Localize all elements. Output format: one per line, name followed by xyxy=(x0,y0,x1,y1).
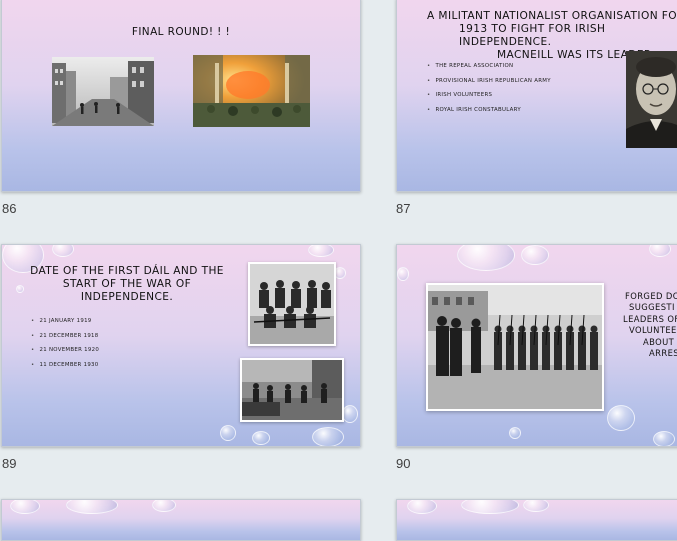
troops-inspection-photo xyxy=(426,283,604,411)
slide-thumbnail-89[interactable]: DATE OF THE FIRST DÁIL AND THE START OF … xyxy=(1,244,361,447)
option-item: 21 December 1918 xyxy=(31,333,99,339)
slide-number: 86 xyxy=(2,201,17,216)
option-item: Royal Irish Constabulary xyxy=(427,107,551,113)
option-item: 11 December 1930 xyxy=(31,362,99,368)
slide-title: FINAL ROUND! ! ! xyxy=(131,26,231,38)
slide-number: 90 xyxy=(396,456,411,471)
water-drop xyxy=(457,245,515,271)
slide-thumbnail-87[interactable]: A MILITANT NATIONALIST ORGANISATION FO 1… xyxy=(396,0,677,192)
slide-number: 87 xyxy=(396,201,411,216)
slide-number: 89 xyxy=(2,456,17,471)
water-drop xyxy=(649,245,671,257)
answer-options-list: 21 January 1919 21 December 1918 21 Nove… xyxy=(31,318,99,376)
water-drop xyxy=(653,431,675,446)
option-item: Provisional Irish Republican Army xyxy=(427,78,551,84)
slide-thumbnail-next-right[interactable] xyxy=(396,499,677,541)
water-drop xyxy=(10,500,40,514)
water-drop xyxy=(52,245,74,257)
water-drop xyxy=(342,405,358,423)
option-item: Irish Volunteers xyxy=(427,92,551,98)
water-drop xyxy=(152,500,176,512)
water-drop xyxy=(461,500,519,514)
slide-thumbnail-90[interactable]: FORGED DO SUGGESTI LEADERS OF VOLUNTEE A… xyxy=(396,244,677,447)
option-item: 21 November 1920 xyxy=(31,347,99,353)
water-drop xyxy=(220,425,236,441)
slide-title: DATE OF THE FIRST DÁIL AND THE START OF … xyxy=(30,265,224,303)
option-item: The Repeal Association xyxy=(427,63,551,69)
water-drop xyxy=(521,245,549,265)
slide-title: FORGED DO SUGGESTI LEADERS OF VOLUNTEE A… xyxy=(623,291,677,359)
water-drop xyxy=(312,427,344,446)
portrait-photo xyxy=(626,51,677,148)
slide-thumbnail-86[interactable]: FINAL ROUND! ! ! xyxy=(1,0,361,192)
volunteers-group-photo xyxy=(248,262,336,346)
water-drop xyxy=(407,500,437,514)
slide-thumbnail-next-left[interactable] xyxy=(1,499,361,541)
water-drop xyxy=(397,267,409,281)
street-fighting-photo xyxy=(240,358,344,422)
street-ruins-photo xyxy=(52,57,154,126)
water-drop xyxy=(523,500,549,512)
water-drop xyxy=(308,245,334,257)
water-drop xyxy=(252,431,270,445)
option-item: 21 January 1919 xyxy=(31,318,99,324)
water-drop xyxy=(607,405,635,431)
answer-options-list: The Repeal Association Provisional Irish… xyxy=(427,63,551,121)
battle-painting xyxy=(193,55,310,127)
water-drop xyxy=(509,427,521,439)
water-drop xyxy=(66,500,118,514)
